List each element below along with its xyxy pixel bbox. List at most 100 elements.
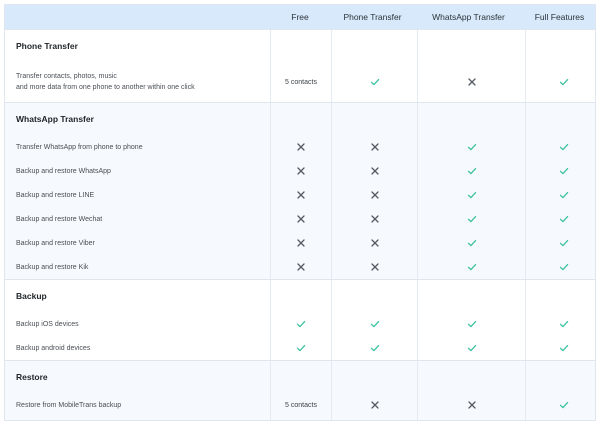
- check-icon: [559, 191, 568, 199]
- feature-text-line: Backup and restore Viber: [16, 239, 95, 247]
- cell-phone-transfer: [331, 393, 417, 417]
- feature-text-line: and more data from one phone to another …: [16, 84, 195, 91]
- section-title: Restore: [16, 372, 48, 382]
- check-icon: [467, 263, 476, 271]
- header-whatsapp-transfer: WhatsApp Transfer: [432, 12, 505, 22]
- check-icon: [296, 320, 306, 328]
- check-icon: [559, 167, 568, 175]
- feature-text-line: Backup iOS devices: [16, 320, 79, 328]
- cell-free: [270, 183, 331, 207]
- table-row: Backup iOS devices: [5, 312, 595, 336]
- feature-text-line: Backup and restore WhatsApp: [16, 167, 111, 175]
- section-header-cell: [525, 103, 595, 135]
- table-row: Transfer WhatsApp from phone to phone: [5, 135, 595, 159]
- table-row: Backup and restore LINE: [5, 183, 595, 207]
- section-header: WhatsApp Transfer: [5, 103, 595, 135]
- cell-free: [270, 207, 331, 231]
- cell-free: [270, 336, 331, 360]
- cross-icon: [370, 191, 379, 199]
- feature-label: Backup and restore WhatsApp: [5, 166, 270, 177]
- section-whatsapp-transfer: WhatsApp Transfer Transfer WhatsApp from …: [5, 102, 595, 279]
- table-row: Backup android devices: [5, 336, 595, 360]
- check-icon: [559, 401, 568, 409]
- cell-full-features: [525, 62, 595, 102]
- table-header: Free Phone Transfer WhatsApp Transfer Fu…: [5, 5, 595, 29]
- cell-whatsapp-transfer: [417, 393, 525, 417]
- cell-phone-transfer: [331, 207, 417, 231]
- cell-whatsapp-transfer: [417, 417, 525, 420]
- table-row: Restore from MobileTrans backup 5 contact…: [5, 393, 595, 417]
- section-header-cell: [417, 30, 525, 62]
- cell-whatsapp-transfer: [417, 62, 525, 102]
- check-icon: [296, 344, 306, 352]
- cross-icon: [370, 239, 379, 247]
- check-icon: [559, 78, 568, 86]
- section-title: WhatsApp Transfer: [16, 114, 94, 124]
- cross-icon: [297, 167, 305, 175]
- cell-whatsapp-transfer: [417, 231, 525, 255]
- comparison-table: Free Phone Transfer WhatsApp Transfer Fu…: [4, 4, 596, 421]
- section-header-cell: [525, 30, 595, 62]
- cell-whatsapp-transfer: [417, 159, 525, 183]
- cell-phone-transfer: [331, 183, 417, 207]
- check-icon: [370, 344, 379, 352]
- table-body: Phone Transfer Transfer contacts, photos,…: [5, 29, 595, 420]
- section-header-cell: [525, 361, 595, 393]
- cell-phone-transfer: [331, 417, 417, 420]
- cross-icon: [370, 263, 379, 271]
- section-header: Restore: [5, 361, 595, 393]
- check-icon: [467, 191, 476, 199]
- feature-text-line: Backup android devices: [16, 344, 91, 352]
- section-restore: Restore Restore from MobileTrans backup 5 …: [5, 360, 595, 420]
- table-row: Backup and restore Wechat: [5, 207, 595, 231]
- section-header-cell: [270, 361, 331, 393]
- feature-label: Backup and restore Wechat: [5, 214, 270, 225]
- header-free: Free: [291, 12, 309, 22]
- cell-free: [270, 231, 331, 255]
- cell-free: [270, 135, 331, 159]
- check-icon: [467, 344, 476, 352]
- feature-label: Transfer WhatsApp from phone to phone: [5, 142, 270, 153]
- check-icon: [559, 215, 568, 223]
- feature-label: Backup android devices: [5, 343, 270, 354]
- feature-text-line: Transfer contacts, photos, music: [16, 73, 117, 80]
- cross-icon: [297, 239, 305, 247]
- section-header-cell: [525, 280, 595, 312]
- feature-text-line: Backup and restore LINE: [16, 191, 95, 199]
- cell-whatsapp-transfer: [417, 336, 525, 360]
- cell-full-features: [525, 336, 595, 360]
- cross-icon: [370, 401, 379, 409]
- section-header-cell: [270, 30, 331, 62]
- cell-free: 5 contacts: [270, 393, 331, 417]
- table-row: Backup and restore Kik: [5, 255, 595, 279]
- cell-whatsapp-transfer: [417, 183, 525, 207]
- cell-full-features: [525, 312, 595, 336]
- cell-phone-transfer: [331, 135, 417, 159]
- check-icon: [559, 263, 568, 271]
- feature-text-line: Transfer WhatsApp from phone to phone: [16, 143, 143, 151]
- feature-text-line: Restore from MobileTrans backup: [16, 401, 122, 409]
- header-phone-transfer: Phone Transfer: [343, 12, 402, 22]
- cross-icon: [370, 215, 379, 223]
- section-title: Phone Transfer: [16, 41, 78, 51]
- cross-icon: [297, 215, 305, 223]
- cell-free: [270, 159, 331, 183]
- section-header-cell: [417, 103, 525, 135]
- cell-phone-transfer: [331, 159, 417, 183]
- cross-icon: [370, 143, 379, 151]
- table-row: Restore from iTunes backup: [5, 417, 595, 420]
- cell-free: [270, 255, 331, 279]
- feature-label: Backup and restore LINE: [5, 190, 270, 201]
- check-icon: [467, 215, 476, 223]
- table-row: Transfer contacts, photos, music and more…: [5, 62, 595, 102]
- cross-icon: [467, 78, 476, 86]
- cell-phone-transfer: [331, 231, 417, 255]
- section-header-cell: [331, 103, 417, 135]
- section-header-cell: [331, 361, 417, 393]
- cell-free: [270, 312, 331, 336]
- check-icon: [559, 344, 568, 352]
- section-header-cell: [417, 361, 525, 393]
- cell-full-features: [525, 393, 595, 417]
- section-header-cell: [270, 280, 331, 312]
- check-icon: [559, 239, 568, 247]
